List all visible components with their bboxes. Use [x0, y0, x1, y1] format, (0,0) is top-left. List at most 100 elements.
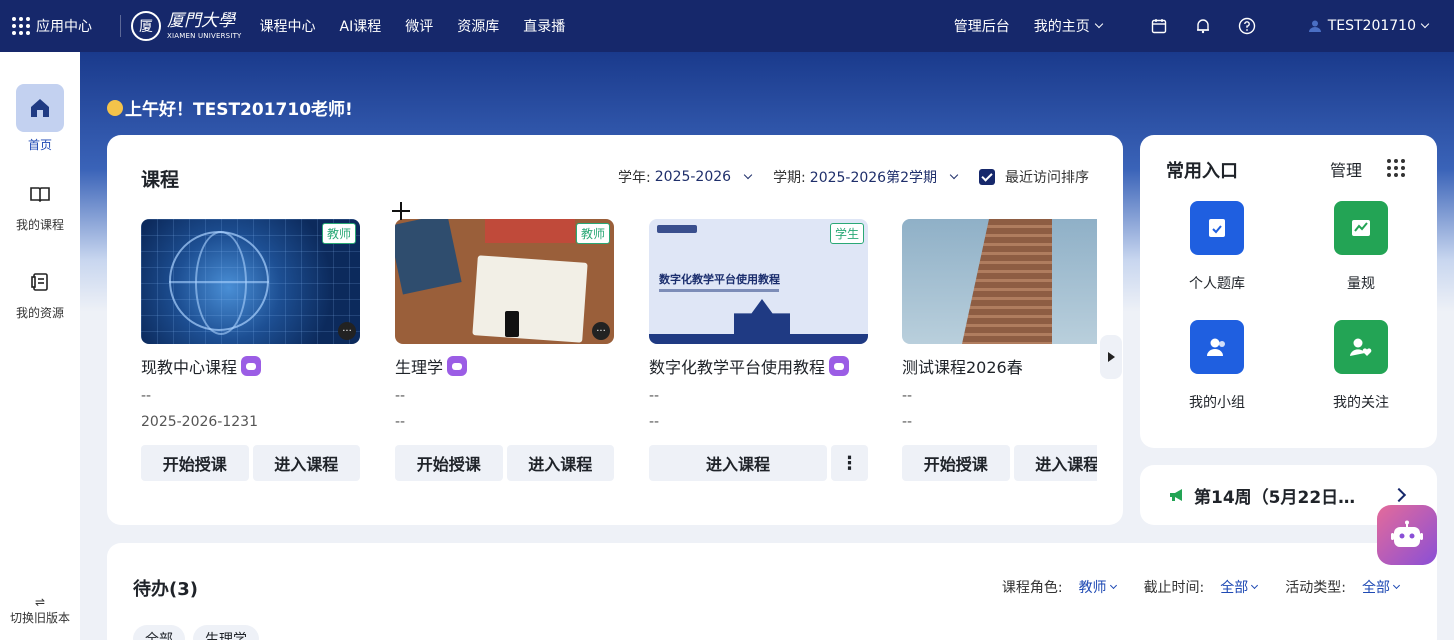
next-page-arrow-icon[interactable]	[1100, 335, 1122, 379]
sidebar-item-my-courses[interactable]: 我的课程	[0, 176, 80, 233]
start-teaching-button[interactable]: 开始授课	[141, 445, 249, 481]
more-options-icon[interactable]: ···	[592, 322, 610, 340]
checkbox-checked-icon	[979, 169, 995, 185]
greeting-text: 上午好！TEST201710老师!	[125, 100, 353, 120]
start-teaching-button[interactable]: 开始授课	[395, 445, 503, 481]
logo-english-name: XIAMEN UNIVERSITY	[167, 31, 242, 40]
enter-course-button[interactable]: 进入课程	[1013, 445, 1097, 481]
sidebar-item-label: 首页	[27, 138, 52, 152]
sidebar-item-my-resources[interactable]: 我的资源	[0, 264, 80, 321]
chevron-down-icon	[743, 170, 753, 180]
start-teaching-button[interactable]: 开始授课	[902, 445, 1010, 481]
course-card[interactable]: 教师 ··· 现教中心课程 -- 2025-2026-1231 开始授课 进入课…	[141, 219, 360, 481]
help-icon[interactable]	[1238, 17, 1256, 35]
term-select[interactable]: 学期: 2025-2026第2学期	[773, 167, 959, 187]
greeting: 上午好！TEST201710老师!	[107, 95, 353, 120]
role-badge: 学生	[829, 223, 864, 244]
enter-course-button[interactable]: 进入课程	[649, 445, 827, 481]
quick-item-label: 量规	[1347, 276, 1375, 292]
sidebar-item-label: 我的资源	[15, 306, 64, 320]
course-teacher: --	[141, 388, 152, 404]
sidebar-item-label: 我的课程	[15, 218, 64, 232]
week-text: 第14周（5月22日…	[1194, 487, 1356, 508]
group-icon	[1190, 320, 1244, 374]
sort-recent-label: 最近访问排序	[1005, 170, 1089, 186]
term-label: 学期:	[773, 170, 806, 186]
switch-old-version-button[interactable]: ⇌ 切换旧版本	[0, 595, 80, 626]
crosshair-cursor	[392, 202, 410, 220]
admin-link[interactable]: 管理后台	[954, 16, 1010, 36]
quick-item-my-group[interactable]: 我的小组	[1157, 320, 1277, 412]
role-badge: 教师	[321, 223, 356, 244]
logo-chinese-name: 厦門大學	[167, 10, 235, 31]
activity-type-select[interactable]: 全部	[1362, 577, 1401, 597]
quick-item-rubric[interactable]: 量规	[1301, 201, 1421, 293]
todo-card: 待办(3) 课程角色: 教师 截止时间: 全部 活动类型: 全部 全部 生理学	[107, 543, 1437, 640]
course-thumbnail[interactable]: 教师	[902, 219, 1097, 344]
year-select[interactable]: 学年: 2025-2026	[618, 167, 753, 187]
chevron-down-icon	[1094, 19, 1103, 29]
quick-item-question-bank[interactable]: 个人题库	[1157, 201, 1277, 293]
my-home-dropdown[interactable]: 我的主页	[1034, 16, 1103, 36]
course-teacher: --	[649, 388, 660, 404]
todo-tab-physiology[interactable]: 生理学	[193, 625, 259, 640]
sort-recent-checkbox[interactable]: 最近访问排序	[979, 167, 1089, 187]
building-image	[962, 219, 1052, 344]
quick-item-label: 我的小组	[1189, 395, 1245, 411]
deadline-select[interactable]: 全部	[1220, 577, 1259, 597]
nav-micro-review[interactable]: 微评	[405, 16, 433, 36]
nav-resource-library[interactable]: 资源库	[457, 16, 499, 36]
app-grid-icon	[12, 17, 30, 35]
resource-icon	[16, 264, 64, 300]
course-card[interactable]: 教师 测试课程2026春 -- -- 开始授课 进入课程	[902, 219, 1097, 481]
sidebar: 首页 我的课程 我的资源 ⇌ 切换旧版本	[0, 52, 80, 640]
year-label: 学年:	[618, 170, 651, 186]
more-vertical-icon[interactable]: ⋮	[831, 445, 868, 481]
enter-course-button[interactable]: 进入课程	[506, 445, 614, 481]
course-card[interactable]: 教师 ··· 生理学 -- -- 开始授课 进入课程	[395, 219, 614, 481]
course-code: --	[902, 414, 913, 430]
manage-button[interactable]: 管理	[1330, 157, 1362, 181]
course-thumbnail[interactable]: 教师 ···	[395, 219, 614, 344]
nav-course-center[interactable]: 课程中心	[260, 16, 316, 36]
app-center-button[interactable]: 应用中心	[0, 16, 120, 36]
course-filters: 学年: 2025-2026 学期: 2025-2026第2学期 最近访问排序	[618, 167, 1089, 187]
courses-card: 课程 学年: 2025-2026 学期: 2025-2026第2学期 最近访问排…	[107, 135, 1123, 525]
university-seal-icon: 厦	[131, 11, 161, 41]
top-nav-bar: 应用中心 厦 厦門大學 XIAMEN UNIVERSITY 课程中心 AI课程 …	[0, 0, 1454, 52]
course-role-label: 课程角色:	[1001, 580, 1063, 596]
globe-image	[169, 231, 269, 335]
nav-live-recording[interactable]: 直录播	[523, 16, 565, 36]
course-role-select[interactable]: 教师	[1079, 577, 1117, 597]
chevron-right-icon[interactable]	[1391, 487, 1407, 503]
quick-entry-card: 常用入口 管理 个人题库 量规 我的小组 我的关注	[1140, 135, 1437, 448]
course-thumbnail[interactable]: 数字化教学平台使用教程 学生	[649, 219, 868, 344]
user-menu[interactable]: TEST201710	[1308, 18, 1430, 34]
quick-item-my-follow[interactable]: 我的关注	[1301, 320, 1421, 412]
nav-ai-course[interactable]: AI课程	[340, 16, 382, 36]
more-options-icon[interactable]: ···	[338, 322, 356, 340]
course-name: 现教中心课程	[141, 354, 360, 378]
megaphone-icon	[1170, 489, 1182, 501]
ai-assistant-robot-icon[interactable]	[1377, 505, 1437, 565]
username: TEST201710	[1327, 18, 1416, 34]
sidebar-item-home[interactable]: 首页	[0, 84, 80, 153]
course-card[interactable]: 数字化教学平台使用教程 学生 数字化教学平台使用教程 -- -- 进入课程 ⋮	[649, 219, 868, 481]
calendar-icon[interactable]	[1150, 17, 1168, 35]
bell-icon[interactable]	[1194, 17, 1212, 35]
grid-menu-icon[interactable]	[1387, 159, 1405, 177]
role-badge: 教师	[575, 223, 610, 244]
course-code: --	[395, 414, 406, 430]
university-logo[interactable]: 厦 厦門大學 XIAMEN UNIVERSITY	[131, 11, 242, 41]
course-code: --	[649, 414, 660, 430]
home-icon	[16, 84, 64, 132]
follow-heart-icon	[1334, 320, 1388, 374]
course-thumbnail[interactable]: 教师 ···	[141, 219, 360, 344]
todo-filters: 课程角色: 教师 截止时间: 全部 活动类型: 全部	[974, 577, 1401, 597]
enter-course-button[interactable]: 进入课程	[252, 445, 360, 481]
todo-tabs: 全部 生理学	[133, 625, 259, 640]
chevron-down-icon	[949, 170, 959, 180]
question-bank-icon	[1190, 201, 1244, 255]
todo-tab-all[interactable]: 全部	[133, 625, 185, 640]
year-value: 2025-2026	[654, 169, 732, 185]
